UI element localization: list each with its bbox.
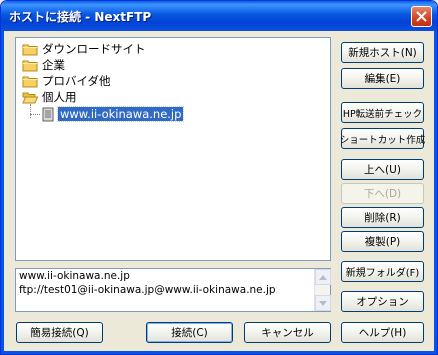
chevron-down-icon (319, 300, 327, 306)
close-button[interactable] (411, 6, 432, 27)
scroll-down-button[interactable] (315, 295, 331, 311)
close-icon (416, 11, 427, 22)
window-frame-left (1, 31, 4, 354)
delete-button[interactable]: 削除(R) (341, 207, 424, 228)
connect-dialog: ホストに接続 - NextFTP ダウンロードサイト 企業 プロバイダ他 個人用… (0, 0, 438, 355)
tree-folder-label: プロバイダ他 (42, 74, 111, 88)
folder-icon (22, 60, 38, 72)
options-button[interactable]: オプション (341, 291, 424, 312)
host-tree[interactable]: ダウンロードサイト 企業 プロバイダ他 個人用 www.ii-okinawa.n… (15, 37, 331, 261)
host-info-box: www.ii-okinawa.ne.jp ftp://test01@ii-oki… (15, 268, 331, 312)
new-folder-button[interactable]: 新規フォルダ(F) (341, 261, 424, 282)
tree-host-item[interactable]: www.ii-okinawa.ne.jp (42, 106, 185, 122)
tree-folder-companies[interactable]: 企業 (22, 57, 65, 73)
window-title: ホストに接続 - NextFTP (9, 10, 152, 24)
help-button[interactable]: ヘルプ(H) (341, 322, 424, 343)
edit-button[interactable]: 編集(E) (341, 68, 424, 89)
move-up-button[interactable]: 上へ(U) (341, 159, 424, 180)
hp-check-button[interactable]: HP転送前チェック (341, 102, 424, 123)
folder-icon (22, 44, 38, 56)
tree-folder-downloads[interactable]: ダウンロードサイト (22, 41, 146, 57)
host-info-url: ftp://test01@ii-okinawa.jp@www.ii-okinaw… (19, 284, 276, 296)
tree-folder-label: 企業 (42, 58, 65, 72)
chevron-up-icon (319, 274, 327, 280)
host-server-icon (42, 107, 54, 121)
connect-button[interactable]: 接続(C) (146, 322, 233, 343)
cancel-button[interactable]: キャンセル (244, 322, 331, 343)
tree-folder-label: ダウンロードサイト (42, 42, 146, 56)
folder-open-icon (22, 92, 38, 104)
tree-folder-personal[interactable]: 個人用 (22, 89, 77, 105)
new-host-button[interactable]: 新規ホスト(N) (341, 42, 424, 63)
duplicate-button[interactable]: 複製(P) (341, 231, 424, 252)
tree-folder-providers[interactable]: プロバイダ他 (22, 73, 111, 89)
tree-connector (30, 104, 31, 118)
folder-icon (22, 76, 38, 88)
tree-host-label: www.ii-okinawa.ne.jp (56, 106, 185, 122)
move-down-button[interactable]: 下へ(D) (341, 183, 424, 204)
tree-folder-label: 個人用 (42, 90, 77, 104)
create-shortcut-button[interactable]: ショートカット作成 (340, 128, 425, 149)
title-bar[interactable]: ホストに接続 - NextFTP (1, 1, 437, 31)
host-info-name: www.ii-okinawa.ne.jp (19, 270, 130, 282)
tree-connector (30, 114, 40, 115)
window-frame-right (434, 31, 437, 354)
quick-connect-button[interactable]: 簡易接続(Q) (16, 322, 103, 343)
window-frame-bottom (1, 351, 437, 354)
scroll-up-button[interactable] (315, 269, 331, 285)
info-scrollbar[interactable] (314, 269, 331, 311)
